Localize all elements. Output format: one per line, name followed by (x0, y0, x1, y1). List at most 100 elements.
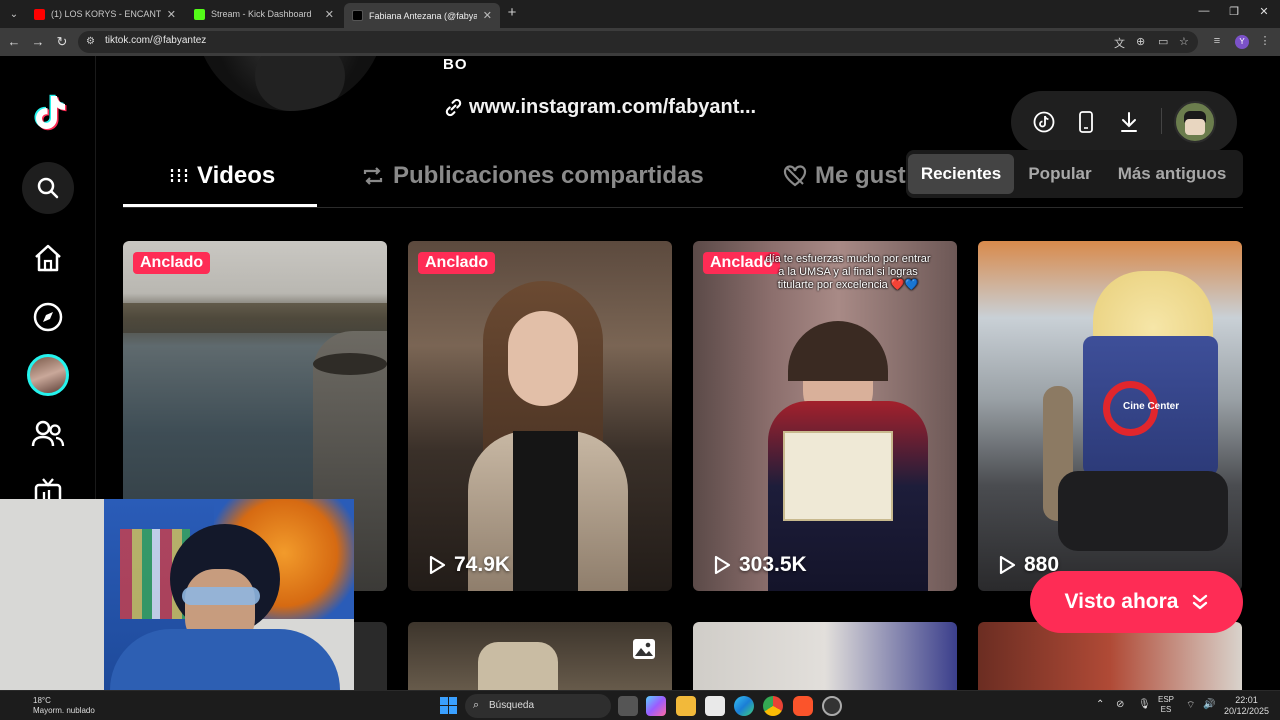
volume-icon[interactable]: 🔊 (1203, 699, 1215, 710)
tab-title: (1) LOS KORYS - ENCANTOS DE (51, 9, 161, 19)
taskbar-search-placeholder: Búsqueda (489, 700, 535, 711)
youtube-icon (34, 8, 45, 20)
link-icon (445, 98, 462, 117)
chrome-icon[interactable] (763, 696, 783, 716)
play-icon (999, 555, 1016, 575)
cast-icon[interactable]: ▭ (1158, 35, 1168, 48)
brave-icon[interactable] (793, 696, 813, 716)
tiktok-logo-icon[interactable] (29, 92, 69, 132)
wifi-icon[interactable]: ⌔ (1186, 699, 1195, 712)
active-tab-indicator (123, 204, 317, 207)
pinned-badge: Anclado (133, 252, 211, 274)
sidebar-item-following[interactable] (30, 416, 66, 452)
new-tab-button[interactable]: + (503, 4, 521, 22)
address-bar[interactable]: ⚙ tiktok.com/@fabyantez 文 ⊕ ▭ ☆ (78, 31, 1198, 53)
menu-icon[interactable]: ⋮ (1258, 34, 1272, 48)
video-card[interactable]: Cine Center 880 (978, 241, 1242, 591)
close-window-button[interactable]: ✕ (1254, 5, 1274, 18)
weather-widget[interactable]: 18°C Mayorm. nublado (33, 696, 95, 716)
download-button[interactable] (1115, 108, 1143, 136)
video-card[interactable]: Anclado día te esfuerzas mucho por entra… (693, 241, 957, 591)
compass-icon (33, 302, 63, 332)
windows-taskbar: 18°C Mayorm. nublado ⌕ Búsqueda ⌃ ⊘ 🎙 ES… (0, 690, 1280, 720)
site-info-icon[interactable]: ⚙ (86, 36, 95, 47)
back-button[interactable]: ← (6, 34, 22, 50)
language-indicator[interactable]: ESP ES (1158, 695, 1174, 715)
bookmark-star-icon[interactable]: ☆ (1179, 35, 1189, 48)
view-count-text: 74.9K (454, 553, 511, 576)
tab-title: Stream - Kick Dashboard (211, 9, 312, 19)
download-icon (1121, 112, 1137, 132)
separator (1161, 108, 1162, 134)
users-icon (31, 420, 65, 447)
language-code: ESP (1158, 695, 1175, 704)
tiktok-icon (352, 10, 363, 21)
sort-oldest-button[interactable]: Más antiguos (1106, 154, 1238, 194)
double-chevron-down-icon (1192, 593, 1208, 611)
tab-search-button[interactable]: ⌄ (4, 4, 24, 24)
grid-icon (169, 166, 189, 186)
close-icon[interactable]: ✕ (167, 8, 176, 21)
video-card[interactable] (408, 622, 672, 690)
translate-icon[interactable]: 文 (1114, 35, 1125, 51)
restore-button[interactable]: ❐ (1224, 5, 1244, 18)
tab-youtube[interactable]: (1) LOS KORYS - ENCANTOS DE ✕ (26, 3, 184, 25)
search-icon: ⌕ (473, 699, 480, 711)
network-off-icon[interactable]: ⊘ (1116, 699, 1124, 710)
tab-tiktok[interactable]: Fabiana Antezana (@fabyan ✕ (344, 3, 500, 28)
keyboard-layout: ES (1160, 705, 1172, 714)
sort-segmented-control: Recientes Popular Más antiguos (906, 150, 1243, 198)
video-card[interactable]: Anclado 74.9K (408, 241, 672, 591)
url-text: tiktok.com/@fabyantez (105, 35, 207, 46)
screen: ⌄ (1) LOS KORYS - ENCANTOS DE ✕ Stream -… (0, 0, 1280, 720)
minimize-button[interactable]: — (1194, 5, 1214, 17)
get-app-button[interactable] (1072, 108, 1100, 136)
sidebar-item-home[interactable] (30, 240, 66, 276)
sidebar-live-avatar[interactable] (27, 354, 69, 396)
tab-liked[interactable]: Me gustó (783, 162, 920, 190)
media-controls-icon[interactable]: ≡ (1210, 34, 1224, 48)
sidebar-item-explore[interactable] (30, 299, 66, 335)
profile-photo (195, 56, 385, 111)
zoom-icon[interactable]: ⊕ (1136, 35, 1145, 48)
bio-link-text: www.instagram.com/fabyant... (469, 96, 757, 118)
weather-text: Mayorm. nublado (33, 706, 95, 715)
repost-icon (361, 164, 385, 188)
reload-button[interactable]: ↻ (54, 34, 70, 50)
bio-link[interactable]: www.instagram.com/fabyant... (444, 96, 756, 119)
store-icon[interactable] (705, 696, 725, 716)
tab-title: Fabiana Antezana (@fabyan (369, 10, 477, 21)
windows-start-button[interactable] (440, 697, 457, 714)
obs-icon[interactable] (822, 696, 842, 716)
play-icon (714, 555, 731, 575)
video-card[interactable] (693, 622, 957, 690)
taskbar-search[interactable]: ⌕ Búsqueda (465, 694, 611, 718)
close-icon[interactable]: ✕ (483, 9, 492, 22)
tab-videos[interactable]: Videos (169, 162, 275, 190)
tab-kick[interactable]: Stream - Kick Dashboard ✕ (186, 3, 342, 25)
close-icon[interactable]: ✕ (325, 8, 334, 21)
tiktok-app-button[interactable] (1030, 108, 1058, 136)
clock[interactable]: 22:01 20/12/2025 (1224, 695, 1269, 717)
sort-recent-button[interactable]: Recientes (908, 154, 1014, 194)
copilot-icon[interactable] (646, 696, 666, 716)
microphone-icon[interactable]: 🎙 (1138, 699, 1151, 710)
browser-profile-avatar[interactable]: Y (1235, 35, 1249, 49)
tray-chevron-icon[interactable]: ⌃ (1096, 699, 1104, 710)
webcam-overlay (0, 499, 354, 690)
task-view-icon[interactable] (618, 696, 638, 716)
file-explorer-icon[interactable] (676, 696, 696, 716)
forward-button[interactable]: → (30, 34, 46, 50)
user-avatar[interactable] (1174, 101, 1216, 143)
visto-ahora-button[interactable]: Visto ahora (1030, 571, 1243, 633)
tab-videos-label: Videos (197, 162, 276, 189)
browser-tab-strip: ⌄ (1) LOS KORYS - ENCANTOS DE ✕ Stream -… (0, 0, 1280, 28)
tab-reposts[interactable]: Publicaciones compartidas (361, 162, 704, 190)
heart-lock-icon (783, 165, 807, 187)
sidebar-search-button[interactable] (22, 162, 74, 214)
edge-icon[interactable] (734, 696, 754, 716)
brand-text: Cine Center (1123, 401, 1180, 412)
photo-icon (633, 639, 655, 659)
sort-popular-button[interactable]: Popular (1018, 154, 1102, 194)
browser-toolbar: ← → ↻ ⚙ tiktok.com/@fabyantez 文 ⊕ ▭ ☆ ≡ … (0, 28, 1280, 56)
